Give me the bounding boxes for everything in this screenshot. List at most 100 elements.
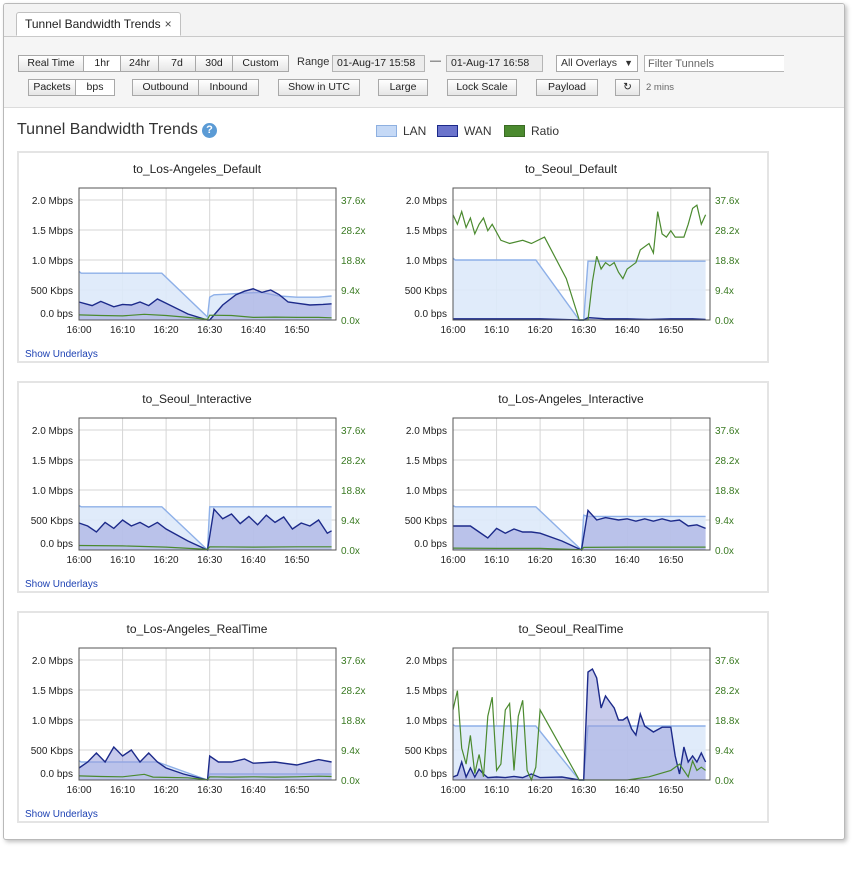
unit-packets-button[interactable]: Packets	[28, 79, 76, 96]
x-tick-label: 16:20	[154, 555, 179, 566]
x-tick-label: 16:10	[484, 555, 509, 566]
chart-title: to_Seoul_Default	[524, 162, 618, 176]
help-icon[interactable]: ?	[202, 123, 217, 138]
y-tick-label: 1.5 Mbps	[406, 686, 447, 697]
time-24hr-button[interactable]: 24hr	[120, 55, 159, 72]
x-tick-label: 16:00	[66, 325, 91, 336]
close-icon[interactable]: ×	[165, 17, 172, 31]
x-tick-label: 16:20	[528, 555, 553, 566]
y2-tick-label: 28.2x	[715, 456, 739, 467]
x-tick-label: 16:20	[528, 785, 553, 796]
y2-tick-label: 37.6x	[715, 426, 739, 437]
time-custom-button[interactable]: Custom	[232, 55, 289, 72]
legend-wan-swatch	[437, 125, 458, 137]
range-end-field[interactable]: 01-Aug-17 16:58	[446, 55, 543, 72]
y-tick-label: 2.0 Mbps	[406, 656, 447, 667]
overlay-select[interactable]: All Overlays ▼	[556, 55, 638, 72]
chart-title: to_Los-Angeles_RealTime	[126, 622, 268, 636]
y-tick-label: 1.5 Mbps	[32, 226, 73, 237]
y-tick-label: 1.5 Mbps	[406, 456, 447, 467]
y2-tick-label: 37.6x	[341, 426, 365, 437]
y-tick-label: 1.0 Mbps	[406, 486, 447, 497]
y2-tick-label: 18.8x	[715, 486, 739, 497]
legend-wan-label: WAN	[464, 124, 492, 138]
lock-scale-button[interactable]: Lock Scale	[447, 79, 517, 96]
y-tick-label: 0.0 bps	[40, 539, 73, 550]
x-tick-label: 16:30	[571, 555, 596, 566]
y-tick-label: 500 Kbps	[31, 286, 73, 297]
x-tick-label: 16:50	[284, 555, 309, 566]
chevron-down-icon: ▼	[624, 58, 633, 68]
refresh-button[interactable]: ↻	[615, 79, 640, 96]
y-tick-label: 0.0 bps	[414, 309, 447, 320]
chart-los-angeles-interactive: 2.0 Mbps 1.5 Mbps 1.0 Mbps 500 Kbps 0.0 bps 3…	[405, 417, 739, 566]
y-tick-label: 1.0 Mbps	[32, 486, 73, 497]
chart-los-angeles-realtime: 2.0 Mbps 1.5 Mbps 1.0 Mbps 500 Kbps 0.0 bps 3…	[31, 647, 365, 796]
y2-tick-label: 37.6x	[341, 196, 365, 207]
show-utc-button[interactable]: Show in UTC	[278, 79, 360, 96]
range-label: Range	[297, 56, 330, 68]
show-underlays-link[interactable]: Show Underlays	[25, 349, 98, 360]
y-tick-label: 2.0 Mbps	[32, 656, 73, 667]
y2-tick-label: 37.6x	[715, 196, 739, 207]
y2-tick-label: 0.0x	[715, 776, 734, 787]
x-tick-label: 16:40	[615, 555, 640, 566]
x-tick-label: 16:50	[658, 785, 683, 796]
direction-outbound-button[interactable]: Outbound	[132, 79, 199, 96]
y-tick-label: 500 Kbps	[31, 746, 73, 757]
legend-lan-swatch	[376, 125, 397, 137]
range-separator: —	[430, 55, 441, 67]
y2-tick-label: 9.4x	[715, 746, 734, 757]
payload-button[interactable]: Payload	[536, 79, 598, 96]
y-tick-label: 2.0 Mbps	[406, 196, 447, 207]
y-tick-label: 1.5 Mbps	[406, 226, 447, 237]
chart-seoul-interactive: 2.0 Mbps 1.5 Mbps 1.0 Mbps 500 Kbps 0.0 bps 3…	[31, 417, 365, 566]
x-tick-label: 16:30	[571, 325, 596, 336]
x-tick-label: 16:00	[440, 325, 465, 336]
x-tick-label: 16:00	[440, 785, 465, 796]
y2-tick-label: 0.0x	[715, 316, 734, 327]
x-tick-label: 16:10	[110, 555, 135, 566]
y-tick-label: 2.0 Mbps	[32, 196, 73, 207]
y2-tick-label: 28.2x	[715, 686, 739, 697]
y2-tick-label: 28.2x	[341, 686, 365, 697]
y2-tick-label: 18.8x	[715, 716, 739, 727]
y-tick-label: 500 Kbps	[405, 286, 447, 297]
x-tick-label: 16:00	[66, 555, 91, 566]
y-tick-label: 2.0 Mbps	[406, 426, 447, 437]
x-tick-label: 16:30	[197, 785, 222, 796]
y2-tick-label: 9.4x	[715, 286, 734, 297]
y-tick-label: 500 Kbps	[405, 746, 447, 757]
direction-inbound-button[interactable]: Inbound	[198, 79, 259, 96]
chart-los-angeles-default: 2.0 Mbps 1.5 Mbps 1.0 Mbps 500 Kbps 0.0 bps 3…	[31, 187, 365, 336]
y-tick-label: 1.5 Mbps	[32, 686, 73, 697]
time-7d-button[interactable]: 7d	[158, 55, 196, 72]
show-underlays-link[interactable]: Show Underlays	[25, 809, 98, 820]
tab-tunnel-bandwidth-trends[interactable]: Tunnel Bandwidth Trends ×	[16, 12, 181, 36]
time-1hr-button[interactable]: 1hr	[83, 55, 121, 72]
time-30d-button[interactable]: 30d	[195, 55, 233, 72]
y2-tick-label: 9.4x	[715, 516, 734, 527]
x-tick-label: 16:40	[615, 325, 640, 336]
x-tick-label: 16:20	[528, 325, 553, 336]
y-tick-label: 1.0 Mbps	[406, 716, 447, 727]
x-tick-label: 16:50	[658, 325, 683, 336]
large-button[interactable]: Large	[378, 79, 428, 96]
y-tick-label: 500 Kbps	[405, 516, 447, 527]
y-tick-label: 1.0 Mbps	[32, 716, 73, 727]
range-start-field[interactable]: 01-Aug-17 15:58	[332, 55, 425, 72]
legend-wan: WAN	[437, 124, 497, 138]
show-underlays-link[interactable]: Show Underlays	[25, 579, 98, 590]
legend-lan-label: LAN	[403, 124, 427, 138]
y2-tick-label: 18.8x	[341, 716, 365, 727]
y2-tick-label: 37.6x	[341, 656, 365, 667]
time-realtime-button[interactable]: Real Time	[18, 55, 84, 72]
x-tick-label: 16:50	[284, 325, 309, 336]
toolbar: Real Time 1hr 24hr 7d 30d Custom Range 0…	[4, 37, 844, 108]
y2-tick-label: 18.8x	[715, 256, 739, 267]
y2-tick-label: 9.4x	[341, 516, 360, 527]
legend-ratio-label: Ratio	[531, 124, 560, 138]
y-tick-label: 0.0 bps	[414, 769, 447, 780]
filter-tunnels-input[interactable]	[644, 55, 784, 72]
unit-bps-button[interactable]: bps	[75, 79, 115, 96]
